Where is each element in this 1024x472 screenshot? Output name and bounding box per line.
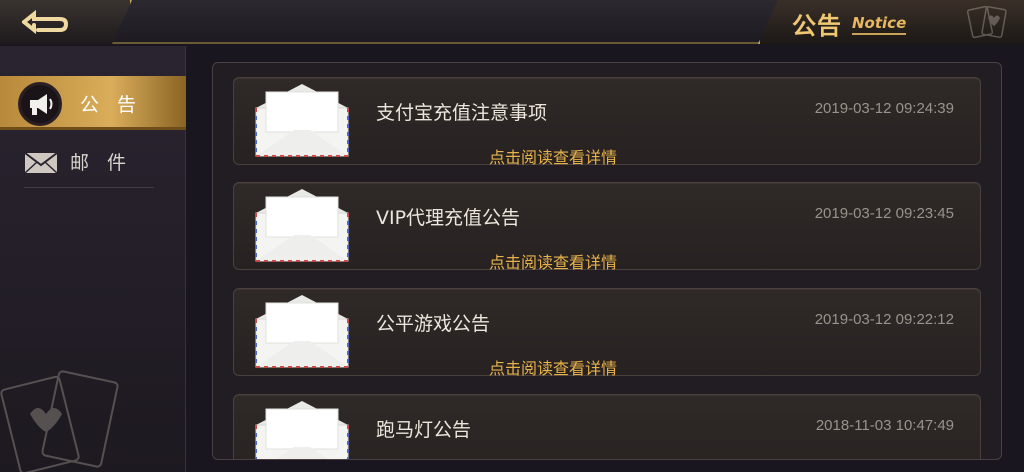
title-tab: 公告 Notice [758,0,1024,44]
notice-timestamp: 2019-03-12 09:22:12 [814,311,954,328]
notice-timestamp: 2019-03-12 09:24:39 [814,100,954,117]
notice-timestamp: 2018-11-03 10:47:49 [815,417,954,434]
envelope-icon [255,189,349,262]
top-bar: 公告 Notice [0,0,1024,44]
notice-title: VIP代理充值公告 [376,207,521,229]
sidebar-item-notice[interactable]: 公 告 [0,76,186,130]
sidebar: 公 告 邮 件 [0,46,186,472]
read-details-link[interactable]: 点击阅读查看详情 [489,144,617,168]
notice-item[interactable]: VIP代理充值公告 2019-03-12 09:23:45 点击阅读查看详情 [233,182,981,273]
playing-cards-icon [966,5,1007,39]
playing-cards-icon [0,370,119,472]
notice-list[interactable]: 支付宝充值注意事项 2019-03-12 09:24:39 点击阅读查看详情 V… [212,62,1002,460]
notice-item[interactable]: 支付宝充值注意事项 2019-03-12 09:24:39 点击阅读查看详情 [233,77,981,168]
notice-item[interactable]: 跑马灯公告 2018-11-03 10:47:49 [233,394,981,459]
envelope-icon [255,401,349,459]
back-arrow-icon [22,9,69,35]
megaphone-icon [18,82,62,126]
sidebar-item-mail[interactable]: 邮 件 [0,134,186,188]
read-details-link[interactable]: 点击阅读查看详情 [489,355,617,379]
notice-title: 支付宝充值注意事项 [376,102,548,124]
notice-title: 公平游戏公告 [376,313,491,335]
page-title-en: Notice [852,14,907,35]
envelope-icon [255,84,349,157]
mail-icon [24,152,58,174]
sidebar-item-label: 公 告 [80,94,143,116]
notice-timestamp: 2019-03-12 09:23:45 [814,205,954,222]
page-title: 公告 [792,12,842,40]
divider [24,187,154,188]
back-button[interactable] [0,0,132,44]
sidebar-item-label: 邮 件 [70,152,133,174]
notice-item[interactable]: 公平游戏公告 2019-03-12 09:22:12 点击阅读查看详情 [233,288,981,379]
envelope-icon [255,295,349,368]
read-details-link[interactable]: 点击阅读查看详情 [489,249,617,273]
notice-title: 跑马灯公告 [376,419,472,441]
